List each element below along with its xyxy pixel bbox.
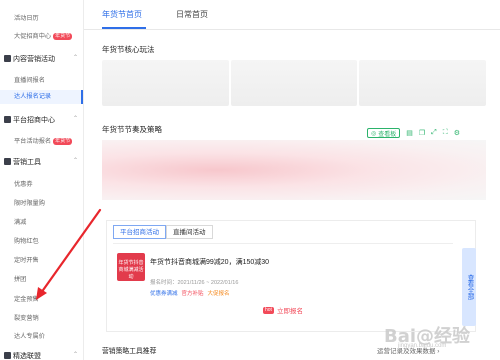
view-board-label: 查看板 xyxy=(378,131,397,138)
strategy-tools-title: 营销策略工具推荐 xyxy=(102,348,157,355)
sidebar-item-platform-signup[interactable]: 平台活动报名 年货节 xyxy=(14,136,73,145)
sidebar-item-coupon[interactable]: 优惠券 xyxy=(14,179,33,188)
chevron-up-icon: ⌃ xyxy=(72,55,78,61)
sidebar-group-platform-center[interactable]: 平台招商中心 ⌃ xyxy=(4,115,80,125)
copy-icon[interactable]: ❐ xyxy=(419,129,425,137)
new-year-badge: 年货节 xyxy=(53,33,73,40)
watermark-url: jingyan.baidu.com xyxy=(398,343,447,349)
activity-thumbnail: 年货节抖音商城满减活动 xyxy=(117,253,145,281)
tab-daily-home[interactable]: 日常首页 xyxy=(176,9,208,20)
sidebar-item-group-buy[interactable]: 拼团 xyxy=(14,274,26,283)
sidebar-item-scheduled-sale[interactable]: 定时开售 xyxy=(14,255,39,264)
tag-promo: 大促报名 xyxy=(207,291,230,297)
view-board-button[interactable]: ◎ 查看板 xyxy=(367,128,401,138)
signup-label: 立即报名 xyxy=(276,308,303,315)
sidebar-item-deposit-presale[interactable]: 定金预售 xyxy=(14,294,39,303)
sidebar-group-label: 内容营销活动 xyxy=(13,56,55,63)
sidebar-item-live-signup[interactable]: 直播间报名 xyxy=(14,75,45,84)
sidebar-item-label: 平台活动报名 xyxy=(14,138,52,145)
sidebar-group-label: 营销工具 xyxy=(13,159,41,166)
core-card[interactable] xyxy=(359,60,487,106)
activity-signup-time: 报名时间：2021/11/26 ~ 2022/01/16 xyxy=(150,280,239,286)
sidebar-item-promo-center[interactable]: 大促招商中心 年货节 xyxy=(14,31,73,40)
sidebar-item-full-reduction[interactable]: 满减 xyxy=(14,217,26,226)
core-card[interactable] xyxy=(230,60,358,106)
tag-coupon: 优惠券满减 xyxy=(150,291,178,297)
chevron-up-icon: ⌃ xyxy=(72,116,78,122)
alliance-icon xyxy=(4,352,11,359)
sidebar-item-flash-sale[interactable]: 限时限量购 xyxy=(14,198,45,207)
tab-live-activities[interactable]: 直播间活动 xyxy=(166,225,213,239)
sidebar-item-label: 大促招商中心 xyxy=(14,33,52,40)
main-content: 年货节首页 日常首页 年货节核心玩法 年货节节奏及策略 ◎ 查看板 ▤ ❐ ⤢ ⛶… xyxy=(84,0,500,360)
fullscreen-icon[interactable]: ⛶ xyxy=(443,129,448,137)
tag-subsidy: 官方补贴 xyxy=(181,291,204,297)
expand-icon[interactable]: ⤢ xyxy=(431,129,437,137)
sidebar-item-fission-marketing[interactable]: 裂变营销 xyxy=(14,313,39,322)
top-tabs: 年货节首页 日常首页 xyxy=(84,0,500,30)
settings-icon[interactable]: ⚙ xyxy=(454,129,460,137)
new-year-badge: 年货节 xyxy=(53,138,73,145)
view-all-button[interactable]: 查看全部 xyxy=(462,248,476,326)
tab-platform-activities[interactable]: 平台招商活动 xyxy=(113,225,166,239)
activity-card[interactable]: 年货节抖音商城满减活动 年货节抖音商城满99减20，满150减30 报名时间：2… xyxy=(113,247,453,327)
sidebar-group-label: 平台招商中心 xyxy=(13,117,55,124)
signup-button[interactable]: hot 立即报名 xyxy=(263,305,303,315)
chevron-up-icon: ⌃ xyxy=(72,158,78,164)
sidebar-item-talent-records[interactable]: 达人报名记录 xyxy=(0,90,83,104)
core-section-title: 年货节核心玩法 xyxy=(102,45,155,54)
tab-new-year-home[interactable]: 年货节首页 xyxy=(102,9,142,20)
activity-panel: 平台招商活动 直播间活动 年货节抖音商城满减活动 年货节抖音商城满99减20，满… xyxy=(106,220,476,332)
activity-tabs: 平台招商活动 直播间活动 xyxy=(113,225,213,239)
board-icon: ◎ xyxy=(371,130,377,137)
sidebar-item-talent-price[interactable]: 达人专属价 xyxy=(14,331,45,340)
sidebar-group-content-marketing[interactable]: 内容营销活动 ⌃ xyxy=(4,54,80,64)
sidebar-group-marketing-tools[interactable]: 营销工具 ⌃ xyxy=(4,157,80,167)
core-cards-placeholder xyxy=(102,60,487,106)
sidebar-group-label: 精选联盟 xyxy=(13,353,41,360)
rhythm-section-title: 年货节节奏及策略 xyxy=(102,125,162,134)
sidebar-item-activity-calendar[interactable]: 活动日历 xyxy=(14,13,39,22)
activity-title: 年货节抖音商城满99减20，满150减30 xyxy=(150,259,270,266)
chevron-up-icon: ⌃ xyxy=(72,352,78,358)
sidebar-item-red-packet[interactable]: 购物红包 xyxy=(14,236,39,245)
tools-icon xyxy=(4,158,11,165)
sidebar-group-alliance[interactable]: 精选联盟 ⌃ xyxy=(4,351,80,360)
activity-tags: 优惠券满减 官方补贴 大促报名 xyxy=(150,289,230,297)
sidebar: 活动日历 大促招商中心 年货节 内容营销活动 ⌃ 直播间报名 达人报名记录 平台招商… xyxy=(0,0,84,360)
core-card[interactable] xyxy=(102,60,229,106)
divider xyxy=(113,243,453,244)
active-tab-indicator xyxy=(102,27,146,29)
content-icon xyxy=(4,55,11,62)
toolbar: ◎ 查看板 ▤ ❐ ⤢ ⛶ ⚙ xyxy=(367,128,460,138)
rhythm-banner xyxy=(102,140,486,200)
platform-icon xyxy=(4,116,11,123)
hot-badge: hot xyxy=(263,306,274,314)
doc-icon[interactable]: ▤ xyxy=(406,129,413,137)
